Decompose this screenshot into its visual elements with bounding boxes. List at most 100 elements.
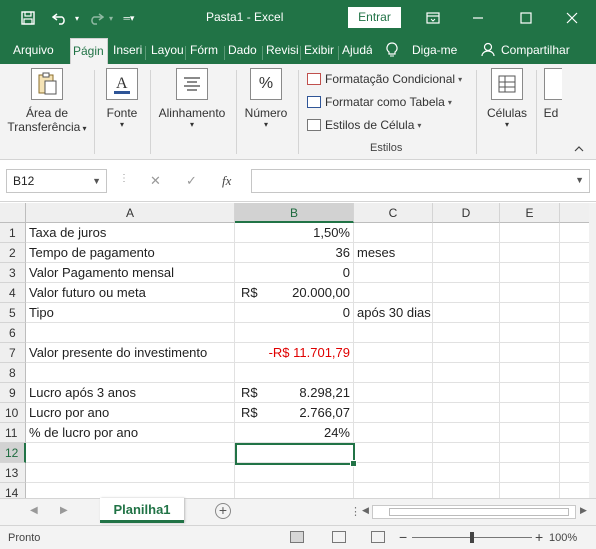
tab-layout[interactable]: Layou <box>151 42 183 64</box>
grid-cell[interactable] <box>500 383 560 403</box>
horizontal-scroll-thumb[interactable] <box>389 508 569 516</box>
customize-toolbar-icon[interactable]: ═▾ <box>122 8 136 28</box>
cell-c2[interactable]: meses <box>354 243 433 263</box>
confirm-entry-icon[interactable]: ✓ <box>186 173 197 189</box>
worksheet-grid[interactable]: A B C D E 1 2 3 4 5 6 7 8 9 10 11 12 13 … <box>0 203 589 498</box>
grid-cell[interactable] <box>354 283 433 303</box>
grid-cell[interactable] <box>26 463 235 483</box>
grid-cell[interactable] <box>354 223 433 243</box>
cell-c5[interactable]: após 30 dias <box>354 303 433 323</box>
grid-cell[interactable] <box>560 303 589 323</box>
cell-styles-button[interactable]: Estilos de Célula ▾ <box>307 118 421 132</box>
vertical-scrollbar[interactable] <box>589 203 596 498</box>
maximize-icon[interactable] <box>506 0 546 36</box>
select-all-corner[interactable] <box>0 203 26 223</box>
grid-cell[interactable] <box>560 363 589 383</box>
tab-formulas[interactable]: Fórm <box>190 42 222 64</box>
row-header[interactable]: 13 <box>0 463 26 483</box>
cell-b10[interactable]: R$ 2.766,07 <box>235 403 354 423</box>
grid-cell[interactable] <box>433 403 500 423</box>
grid-cell[interactable] <box>433 323 500 343</box>
row-header[interactable]: 9 <box>0 383 26 403</box>
column-header-a[interactable]: A <box>26 203 235 223</box>
editing-group[interactable]: Ed <box>540 68 562 120</box>
grid-cell[interactable] <box>235 323 354 343</box>
grid-cell[interactable] <box>354 443 433 463</box>
cell-b9[interactable]: R$ 8.298,21 <box>235 383 354 403</box>
grid-cell[interactable] <box>235 463 354 483</box>
zoom-slider-thumb[interactable] <box>470 532 474 543</box>
grid-cell[interactable] <box>560 443 589 463</box>
grid-cell[interactable] <box>500 323 560 343</box>
grid-cell[interactable] <box>354 263 433 283</box>
grid-cell[interactable] <box>500 403 560 423</box>
save-icon[interactable] <box>18 8 38 28</box>
tab-inserir[interactable]: Inseri <box>113 42 143 64</box>
grid-cell[interactable] <box>354 463 433 483</box>
row-header[interactable]: 7 <box>0 343 26 363</box>
grid-cell[interactable] <box>500 423 560 443</box>
close-icon[interactable] <box>552 0 592 36</box>
cell-b2[interactable]: 36 <box>235 243 354 263</box>
grid-cell[interactable] <box>354 383 433 403</box>
cells-group[interactable]: Células ▾ <box>482 68 532 129</box>
grid-cell[interactable] <box>354 403 433 423</box>
grid-cell[interactable] <box>354 423 433 443</box>
grid-cell[interactable] <box>354 323 433 343</box>
column-header-d[interactable]: D <box>433 203 500 223</box>
grid-cell[interactable] <box>235 483 354 498</box>
name-box[interactable]: B12 ▼ <box>6 169 107 193</box>
cell-a10[interactable]: Lucro por ano <box>26 403 235 423</box>
number-group[interactable]: % Número ▾ <box>240 68 292 129</box>
grid-cell[interactable] <box>560 383 589 403</box>
more-options-icon[interactable]: ⋮ <box>119 173 129 184</box>
redo-dropdown-icon[interactable]: ▾ <box>106 8 116 28</box>
grid-cell[interactable] <box>235 363 354 383</box>
grid-cell[interactable] <box>433 303 500 323</box>
cell-a4[interactable]: Valor futuro ou meta <box>26 283 235 303</box>
grid-cell[interactable] <box>500 483 560 498</box>
expand-formula-bar-icon[interactable]: ▼ <box>575 175 584 185</box>
cell-b11[interactable]: 24% <box>235 423 354 443</box>
sign-in-button[interactable]: Entrar <box>348 7 401 28</box>
grid-cell[interactable] <box>26 363 235 383</box>
grid-cell[interactable] <box>433 363 500 383</box>
cell-b3[interactable]: 0 <box>235 263 354 283</box>
column-header-c[interactable]: C <box>354 203 433 223</box>
previous-sheet-icon[interactable]: ◀ <box>30 505 38 516</box>
grid-cell[interactable] <box>433 383 500 403</box>
cell-b7[interactable]: -R$ 11.701,79 <box>235 343 354 363</box>
cell-a11[interactable]: % de lucro por ano <box>26 423 235 443</box>
cell-a2[interactable]: Tempo de pagamento <box>26 243 235 263</box>
grid-cell[interactable] <box>500 223 560 243</box>
grid-cell[interactable] <box>500 243 560 263</box>
grid-cell[interactable] <box>354 363 433 383</box>
sheet-tab-planilha1[interactable]: Planilha1 <box>100 498 184 523</box>
cell-a3[interactable]: Valor Pagamento mensal <box>26 263 235 283</box>
grid-cell[interactable] <box>560 403 589 423</box>
grid-cell[interactable] <box>500 443 560 463</box>
grid-cell[interactable] <box>500 263 560 283</box>
cell-b5[interactable]: 0 <box>235 303 354 323</box>
tab-ajuda[interactable]: Ajudá <box>342 42 372 64</box>
collapse-ribbon-icon[interactable] <box>574 144 584 155</box>
row-header[interactable]: 11 <box>0 423 26 443</box>
grid-cell[interactable] <box>433 343 500 363</box>
conditional-formatting-button[interactable]: Formatação Condicional ▾ <box>307 72 462 86</box>
tab-revisao[interactable]: Revisi <box>266 42 298 64</box>
lightbulb-icon[interactable] <box>386 42 402 64</box>
grid-cell[interactable] <box>433 423 500 443</box>
cell-a5[interactable]: Tipo <box>26 303 235 323</box>
chevron-down-icon[interactable]: ▼ <box>92 170 101 192</box>
clipboard-group[interactable]: Área de Transferência ▾ <box>4 68 90 134</box>
cell-b1[interactable]: 1,50% <box>235 223 354 243</box>
cancel-entry-icon[interactable]: ✕ <box>150 173 161 189</box>
grid-cell[interactable] <box>26 443 235 463</box>
page-break-preview-icon[interactable] <box>371 531 385 543</box>
grid-cell[interactable] <box>433 443 500 463</box>
grid-cell[interactable] <box>500 363 560 383</box>
tab-dados[interactable]: Dado <box>228 42 260 64</box>
cell-a9[interactable]: Lucro após 3 anos <box>26 383 235 403</box>
font-group[interactable]: A Fonte ▾ <box>98 68 146 129</box>
grid-cell[interactable] <box>560 343 589 363</box>
